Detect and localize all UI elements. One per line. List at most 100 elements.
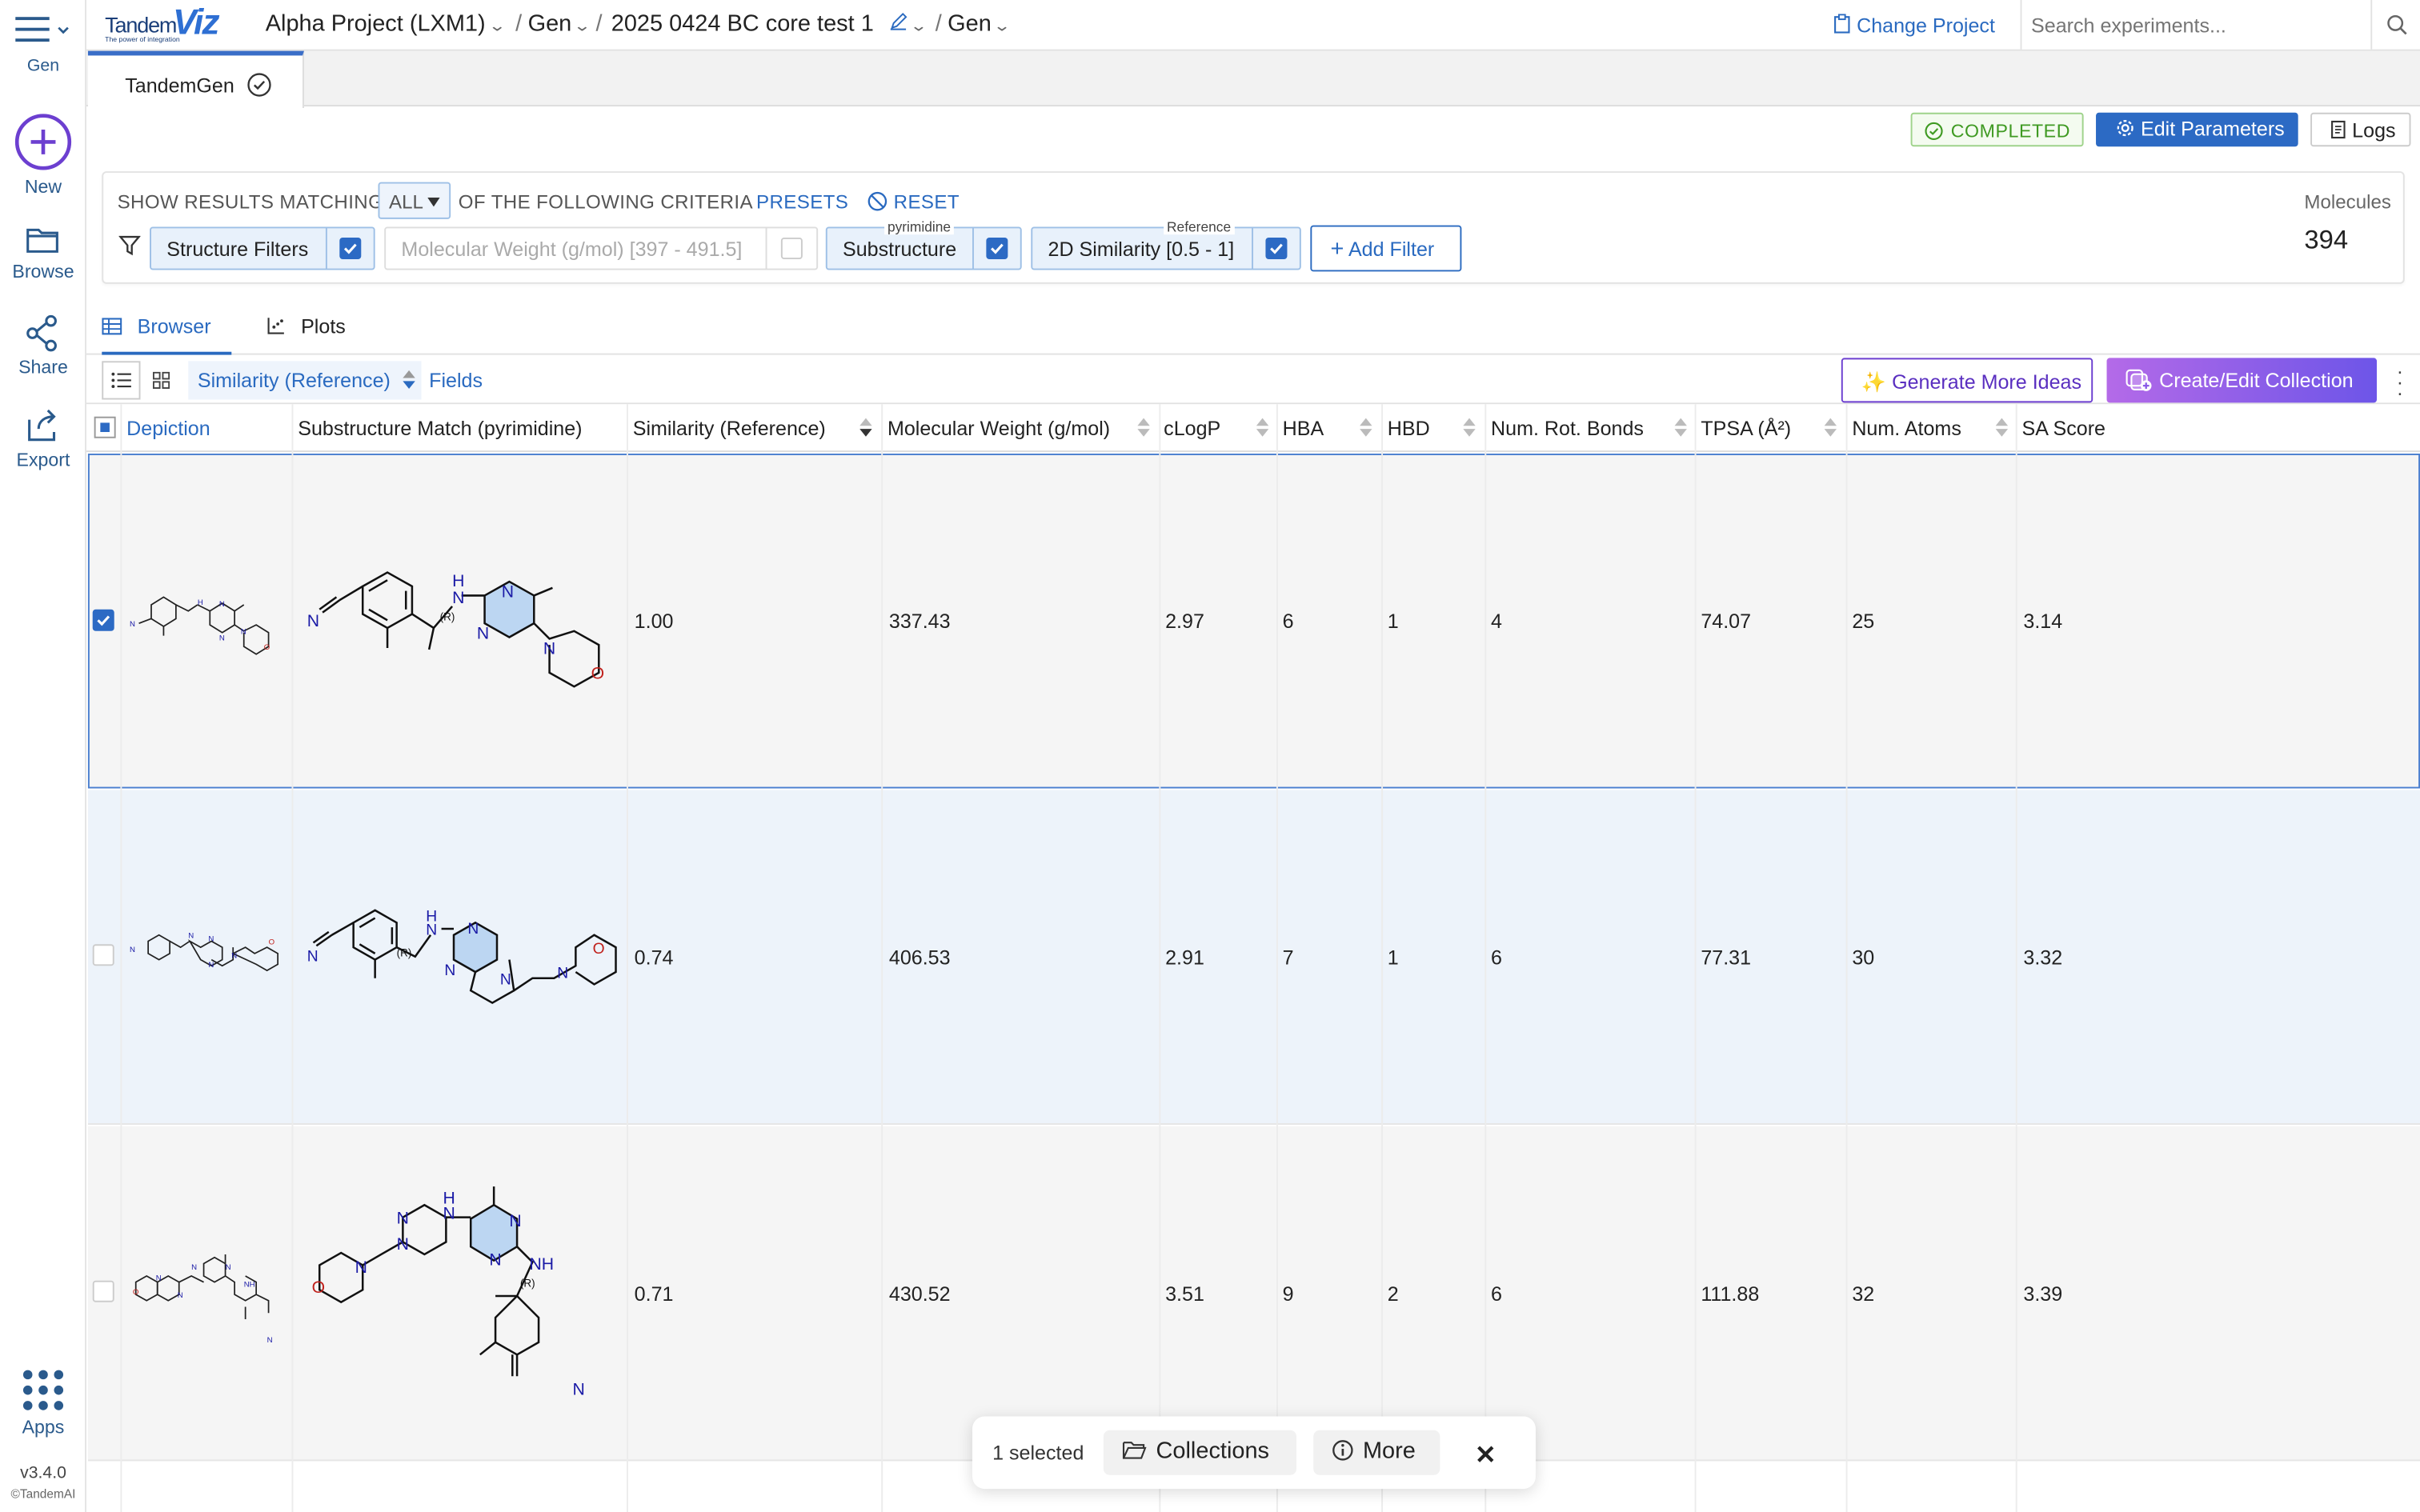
atom-label: H	[452, 572, 464, 590]
generate-more-ideas-button[interactable]: ✨ Generate More Ideas	[1841, 358, 2093, 403]
top-bar: Tandem Viz The power of integration Alph…	[86, 0, 2420, 51]
breadcrumb-run[interactable]: Gen ⌄	[948, 11, 1012, 38]
select-all-checkbox[interactable]	[94, 416, 116, 438]
rail-item-apps[interactable]: Apps	[0, 1369, 86, 1438]
atom-label: N	[307, 949, 319, 966]
atom-label: N	[426, 922, 437, 939]
sort-field-select[interactable]: Similarity (Reference)	[188, 361, 422, 400]
row-select-checkbox[interactable]	[92, 609, 114, 631]
divider	[765, 226, 767, 270]
sort-arrows-icon[interactable]	[1137, 417, 1150, 438]
sort-arrows-icon[interactable]	[1463, 417, 1476, 438]
app-menu-button[interactable]: Gen	[0, 12, 86, 76]
chevron-down-icon: ⌄	[573, 18, 592, 36]
list-view-button[interactable]	[102, 361, 141, 400]
tab-plots[interactable]: Plots	[267, 314, 346, 338]
presets-link[interactable]: PRESETS	[756, 191, 848, 213]
breadcrumb-module-label: Gen	[527, 10, 572, 38]
col-header-substructure[interactable]: Substructure Match (pyrimidine)	[298, 417, 582, 440]
filter-funnel-icon	[118, 235, 141, 256]
edit-parameters-button[interactable]: Edit Parameters	[2096, 112, 2298, 147]
search-button[interactable]	[2370, 0, 2420, 50]
tab-tandemgen-label: TandemGen	[125, 74, 234, 98]
filter-chip-molecular-weight[interactable]: Molecular Weight (g/mol) [397 - 491.5]	[384, 226, 819, 270]
col-header-tpsa[interactable]: TPSA (Å²)	[1701, 417, 1791, 440]
svg-text:N: N	[208, 934, 214, 943]
cell-rot-bonds: 6	[1491, 946, 1502, 970]
col-header-rot-bonds[interactable]: Num. Rot. Bonds	[1491, 417, 1644, 440]
chart-icon	[267, 318, 284, 334]
sort-arrows-icon[interactable]	[1360, 417, 1372, 438]
close-icon[interactable]	[1477, 1446, 1494, 1462]
filter-chip-toggle[interactable]	[1265, 238, 1288, 260]
kebab-menu-button[interactable]: · · ·	[2392, 361, 2407, 402]
col-header-molecular-weight[interactable]: Molecular Weight (g/mol)	[887, 417, 1110, 440]
more-button[interactable]: More	[1313, 1430, 1440, 1475]
column-separator	[627, 404, 628, 1512]
svg-text:N: N	[219, 634, 225, 642]
molecule-thumbnail[interactable]: N N N N NH N O	[130, 1226, 287, 1350]
svg-text:N: N	[231, 952, 237, 961]
sort-arrows-icon[interactable]	[1995, 417, 2009, 438]
col-header-num-atoms[interactable]: Num. Atoms	[1852, 417, 1961, 440]
sort-desc-icon[interactable]	[859, 417, 872, 438]
molecule-thumbnail[interactable]: N H N N N O	[130, 571, 287, 667]
pencil-edit-icon[interactable]	[889, 12, 908, 30]
filter-chip-toggle[interactable]	[339, 238, 362, 260]
row-select-checkbox[interactable]	[92, 1280, 114, 1302]
molecule-substructure-match[interactable]: NNNHN NN NHN O (R)	[307, 1182, 622, 1404]
filter-chip-toggle[interactable]	[780, 238, 803, 260]
tab-browser[interactable]: Browser	[102, 314, 211, 338]
sparkle-icon: ✨	[1861, 370, 1887, 394]
col-header-hbd[interactable]: HBD	[1388, 417, 1430, 440]
create-edit-collection-button[interactable]: Create/Edit Collection	[2106, 358, 2378, 403]
logs-button[interactable]: Logs	[2310, 112, 2411, 147]
change-project-button[interactable]: Change Project	[1833, 14, 1995, 37]
fields-button[interactable]: Fields	[429, 369, 483, 392]
rail-item-new[interactable]: New	[0, 113, 86, 198]
chevron-down-icon: ⌄	[487, 18, 506, 36]
breadcrumb-project[interactable]: Alpha Project (LXM1) ⌄	[266, 11, 506, 38]
table-header: Depiction Substructure Match (pyrimidine…	[86, 404, 2420, 453]
molecule-thumbnail[interactable]: N N N N N O	[130, 910, 287, 990]
sort-arrows-icon[interactable]	[1674, 417, 1687, 438]
svg-text:N: N	[226, 1263, 231, 1272]
list-icon	[111, 372, 131, 389]
rail-item-export[interactable]: Export	[0, 407, 86, 470]
molecule-substructure-match[interactable]: NHN NNN N O (R)	[307, 892, 622, 1025]
cell-hbd: 1	[1387, 609, 1399, 633]
molecule-substructure-match[interactable]: NHN NNN O (R)	[307, 543, 622, 698]
row-select-checkbox[interactable]	[92, 944, 114, 966]
search-experiments-input[interactable]	[2021, 0, 2371, 50]
rail-item-browse[interactable]: Browse	[0, 226, 86, 282]
breadcrumb-module[interactable]: Gen ⌄	[527, 10, 592, 38]
cell-similarity: 0.74	[634, 946, 674, 970]
breadcrumb-experiment[interactable]: 2025 0424 BC core test 1 ⌄	[611, 11, 928, 38]
col-header-similarity[interactable]: Similarity (Reference)	[633, 417, 826, 440]
reset-button[interactable]: RESET	[867, 191, 960, 213]
tab-tandemgen[interactable]: TandemGen	[87, 50, 304, 109]
tandemviz-logo[interactable]: Tandem Viz The power of integration	[105, 2, 244, 46]
filter-chip-toggle[interactable]	[986, 238, 1008, 260]
svg-text:N: N	[130, 946, 135, 954]
rail-label-browse: Browse	[12, 260, 74, 282]
rail-item-share[interactable]: Share	[0, 314, 86, 378]
collections-button[interactable]: Collections	[1103, 1430, 1297, 1475]
match-mode-select[interactable]: ALL	[378, 182, 451, 219]
status-text: COMPLETED	[1950, 120, 2071, 142]
col-header-hba[interactable]: HBA	[1283, 417, 1324, 440]
sort-arrows-icon[interactable]	[1256, 417, 1269, 438]
sort-arrows-icon[interactable]	[1824, 417, 1837, 438]
grid-view-button[interactable]	[142, 361, 180, 399]
col-header-depiction[interactable]: Depiction	[126, 417, 210, 440]
logo-main: Tandem	[105, 12, 177, 38]
edit-parameters-label: Edit Parameters	[2140, 117, 2285, 141]
col-header-clogp[interactable]: cLogP	[1164, 417, 1220, 440]
indeterminate-icon	[100, 422, 110, 433]
plus-icon: +	[1330, 236, 1344, 262]
add-filter-button[interactable]: + Add Filter	[1310, 225, 1462, 272]
atom-label: N	[477, 624, 489, 642]
divider	[325, 226, 327, 270]
cell-similarity: 1.00	[634, 609, 674, 633]
col-header-sa-score[interactable]: SA Score	[2021, 417, 2105, 440]
